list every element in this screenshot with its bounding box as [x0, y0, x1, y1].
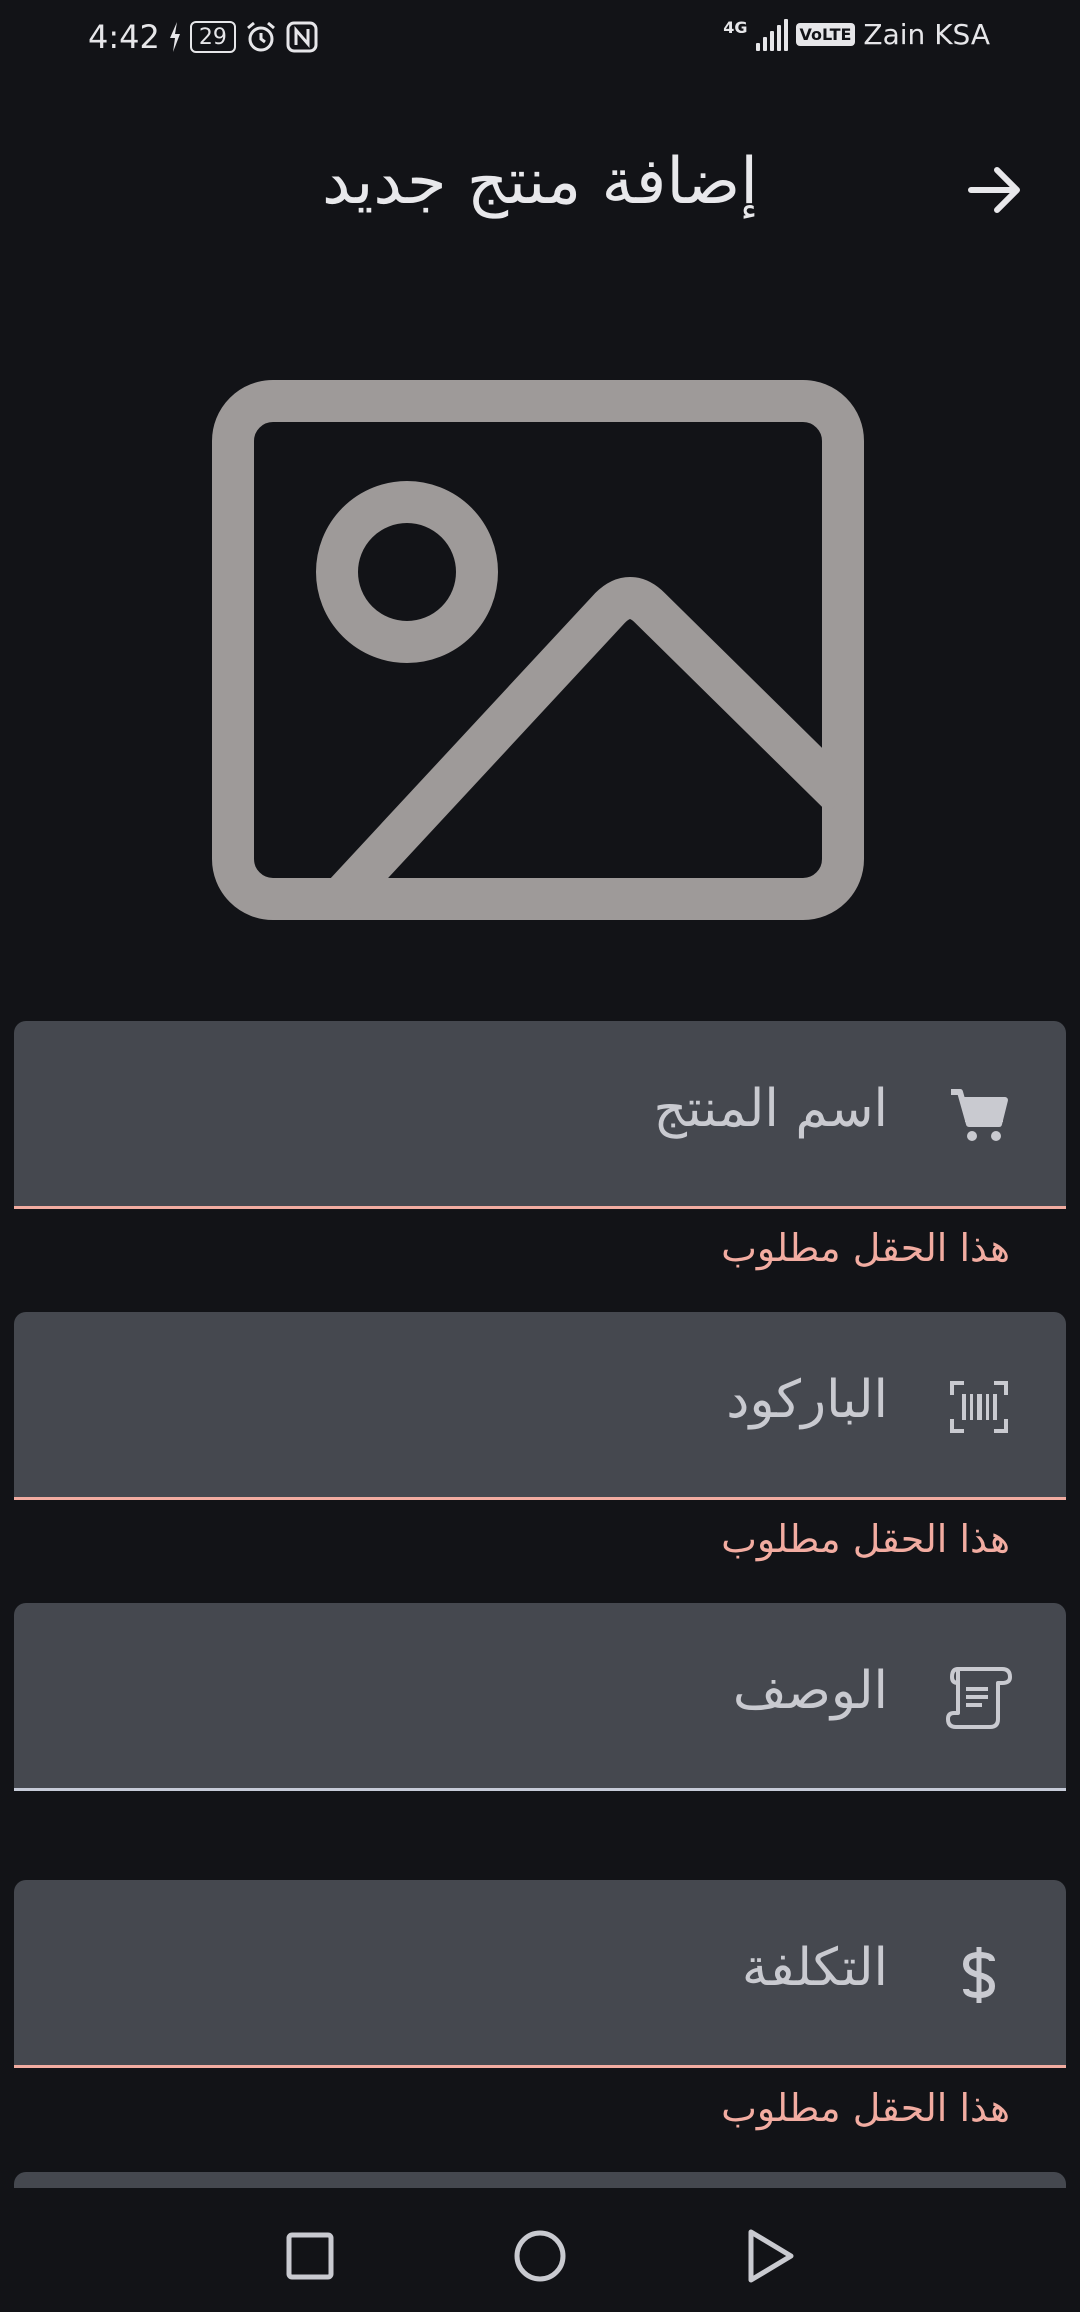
field-underline — [14, 1788, 1066, 1791]
field-underline — [14, 1206, 1066, 1209]
description-icon — [944, 1663, 1014, 1733]
signal-icon — [755, 18, 788, 51]
description-field[interactable]: الوصف — [14, 1603, 1066, 1791]
status-left: 4:42 29 — [88, 18, 318, 56]
product-name-field[interactable]: اسم المنتج — [14, 1021, 1066, 1209]
recents-button[interactable] — [270, 2216, 350, 2296]
dollar-icon — [944, 1940, 1014, 2010]
nfc-icon — [286, 21, 318, 53]
status-time: 4:42 — [88, 18, 160, 56]
back-button[interactable] — [950, 150, 1040, 230]
cost-label: التكلفة — [741, 1938, 888, 1998]
volte-badge: VoLTE — [795, 23, 856, 46]
battery-level: 29 — [198, 24, 227, 50]
barcode-field[interactable]: الباركود — [14, 1312, 1066, 1500]
cart-icon — [944, 1081, 1014, 1151]
square-icon — [286, 2232, 334, 2280]
status-right: 4G VoLTE Zain KSA — [723, 18, 990, 51]
barcode-icon — [944, 1372, 1014, 1442]
status-bar: 4:42 29 4G VoLTE Zain KSA — [0, 0, 1080, 80]
description-label: الوصف — [732, 1661, 888, 1721]
network-type: 4G — [723, 18, 748, 37]
product-image-picker[interactable] — [212, 380, 864, 920]
back-nav-button[interactable] — [730, 2216, 810, 2296]
home-button[interactable] — [500, 2216, 580, 2296]
navigation-bar — [0, 2188, 1080, 2312]
cost-error: هذا الحقل مطلوب — [721, 2086, 1010, 2130]
product-name-label: اسم المنتج — [653, 1079, 888, 1139]
barcode-error: هذا الحقل مطلوب — [721, 1517, 1010, 1561]
barcode-label: الباركود — [726, 1370, 888, 1430]
product-name-error: هذا الحقل مطلوب — [721, 1226, 1010, 1270]
battery-indicator: 29 — [189, 21, 236, 53]
cost-field[interactable]: التكلفة — [14, 1880, 1066, 2068]
arrow-right-icon — [968, 167, 1020, 213]
page-title: إضافة منتج جديد — [322, 145, 758, 219]
carrier-name: Zain KSA — [863, 18, 990, 51]
field-underline — [14, 2065, 1066, 2068]
image-placeholder-icon — [212, 380, 864, 920]
circle-icon — [514, 2230, 566, 2282]
charging-icon — [169, 22, 180, 52]
triangle-back-icon — [748, 2229, 794, 2283]
field-underline — [14, 1497, 1066, 1500]
alarm-icon — [246, 21, 275, 52]
